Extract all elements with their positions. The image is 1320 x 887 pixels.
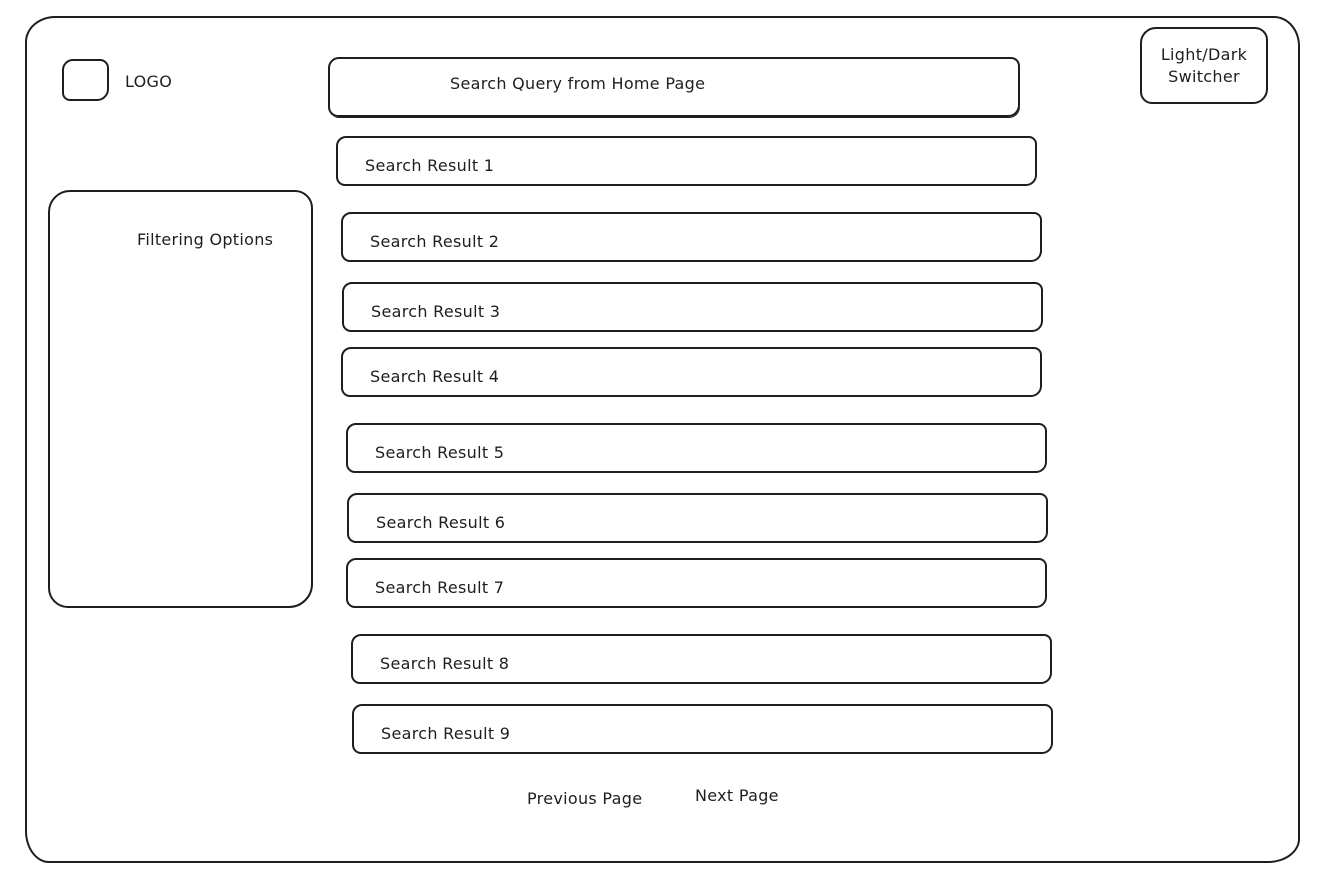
search-result-6[interactable]: Search Result 6 (347, 493, 1048, 543)
search-result-9[interactable]: Search Result 9 (352, 704, 1053, 754)
search-result-label: Search Result 1 (365, 156, 495, 175)
search-result-4[interactable]: Search Result 4 (341, 347, 1042, 397)
theme-switcher-button[interactable]: Light/Dark Switcher (1140, 27, 1268, 104)
logo-label: LOGO (125, 72, 173, 91)
search-result-label: Search Result 9 (381, 724, 511, 743)
next-page-link[interactable]: Next Page (695, 786, 779, 806)
previous-page-link[interactable]: Previous Page (527, 789, 642, 809)
search-result-label: Search Result 7 (375, 578, 505, 597)
search-result-1[interactable]: Search Result 1 (336, 136, 1037, 186)
search-result-label: Search Result 6 (376, 513, 506, 532)
search-result-2[interactable]: Search Result 2 (341, 212, 1042, 262)
search-result-label: Search Result 2 (370, 232, 500, 251)
search-result-label: Search Result 4 (370, 367, 500, 386)
search-result-label: Search Result 5 (375, 443, 505, 462)
filter-panel-title: Filtering Options (137, 230, 274, 249)
search-query-text[interactable]: Search Query from Home Page (450, 74, 705, 94)
search-result-label: Search Result 3 (371, 302, 501, 321)
search-result-label: Search Result 8 (380, 654, 510, 673)
search-result-8[interactable]: Search Result 8 (351, 634, 1052, 684)
search-result-3[interactable]: Search Result 3 (342, 282, 1043, 332)
search-result-7[interactable]: Search Result 7 (346, 558, 1047, 608)
filter-panel (48, 190, 313, 608)
logo-icon[interactable] (62, 59, 109, 101)
search-result-5[interactable]: Search Result 5 (346, 423, 1047, 473)
